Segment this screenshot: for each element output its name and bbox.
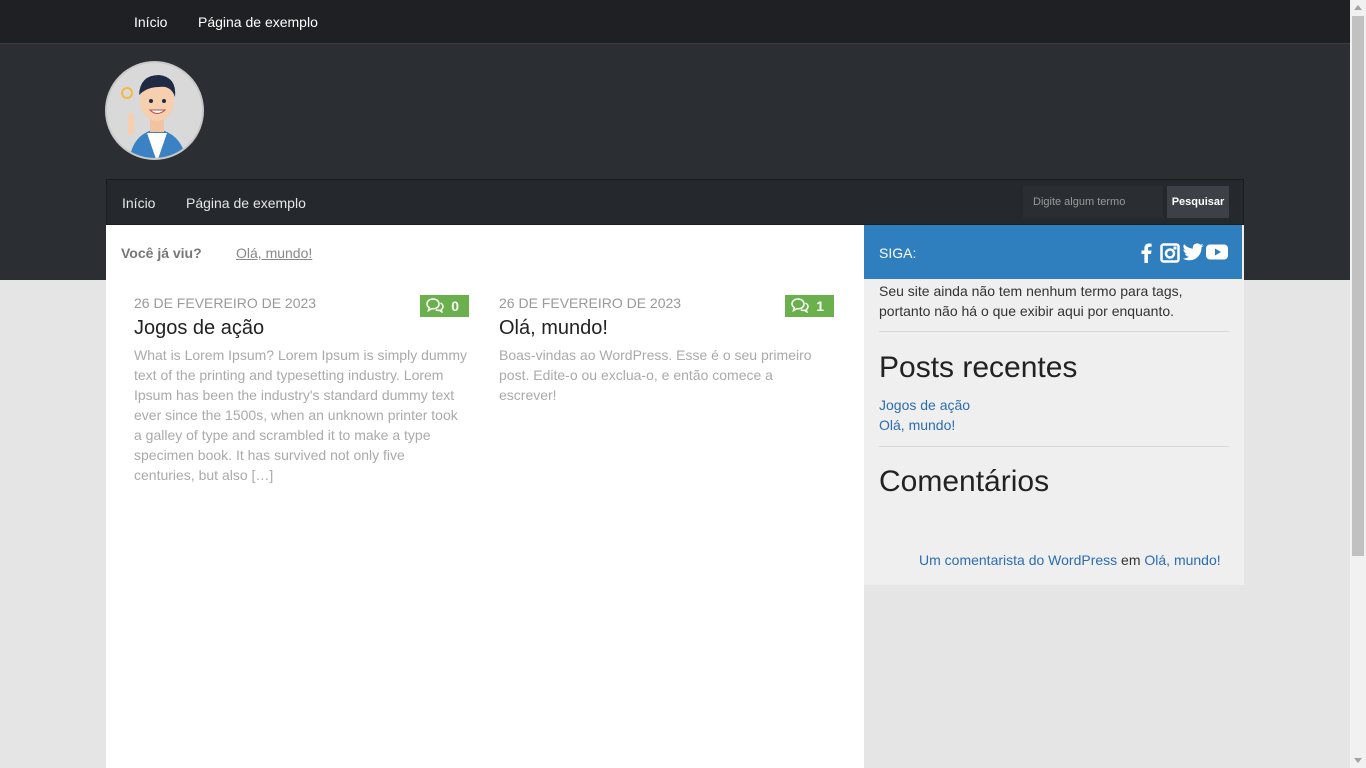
site-logo-avatar[interactable] — [105, 61, 204, 160]
post-excerpt: What is Lorem Ipsum? Lorem Ipsum is simp… — [134, 347, 467, 483]
recent-post-link[interactable]: Jogos de ação — [879, 395, 970, 415]
post-date: 26 de fevereiro de 2023 — [499, 295, 682, 311]
scroll-down-arrow-icon[interactable] — [1354, 758, 1362, 763]
tags-empty-message: Seu site ainda não tem nenhum termo para… — [879, 283, 1183, 319]
post-title[interactable]: Olá, mundo! — [499, 317, 834, 340]
sidebar: SIGA: Seu site ainda não tem nenhum term… — [864, 225, 1244, 585]
comment-count: 0 — [451, 298, 459, 314]
comment-connector: em — [1121, 552, 1141, 568]
search-input[interactable] — [1023, 186, 1163, 218]
youtube-icon[interactable] — [1206, 243, 1228, 264]
divider — [879, 331, 1229, 332]
post-card: 26 de fevereiro de 2023 0 Jogos de ação … — [134, 295, 469, 485]
follow-bar: SIGA: — [864, 225, 1242, 279]
post-title[interactable]: Jogos de ação — [134, 317, 469, 340]
comments-icon — [791, 298, 809, 316]
comment-count: 1 — [816, 298, 824, 314]
recent-posts-title: Posts recentes — [879, 351, 1078, 384]
topbar-link-inicio[interactable]: Início — [134, 14, 167, 30]
nav-link-inicio[interactable]: Início — [122, 195, 155, 211]
you-have-seen-bar: Você já viu? Olá, mundo! — [121, 245, 312, 261]
divider — [879, 446, 1229, 447]
topbar-link-pagina-exemplo[interactable]: Página de exemplo — [198, 14, 318, 30]
instagram-icon[interactable] — [1160, 243, 1180, 266]
post-card: 26 de fevereiro de 2023 1 Olá, mundo! Bo… — [499, 295, 834, 405]
comments-title: Comentários — [879, 465, 1050, 498]
search-button[interactable]: Pesquisar — [1167, 186, 1229, 218]
page: Início Página de exemplo Início Página d… — [0, 0, 1350, 768]
comment-count-badge[interactable]: 0 — [420, 295, 469, 317]
post-date: 26 de fevereiro de 2023 — [134, 295, 317, 311]
page-scrollbar[interactable] — [1350, 0, 1366, 768]
comment-post-link[interactable]: Olá, mundo! — [1144, 552, 1220, 568]
avatar-illustration — [107, 63, 202, 158]
post-excerpt: Boas-vindas ao WordPress. Esse é o seu p… — [499, 347, 812, 403]
follow-label: SIGA: — [879, 245, 917, 261]
recent-comment: Um comentarista do WordPress em Olá, mun… — [919, 552, 1221, 568]
comment-author-link[interactable]: Um comentarista do WordPress — [919, 552, 1117, 568]
you-have-seen-label: Você já viu? — [121, 245, 202, 261]
nav-link-pagina-exemplo[interactable]: Página de exemplo — [186, 195, 306, 211]
comments-icon — [426, 298, 444, 316]
you-have-seen-link[interactable]: Olá, mundo! — [236, 245, 312, 261]
comment-count-badge[interactable]: 1 — [785, 295, 834, 317]
main-navigation: Início Página de exemplo Pesquisar — [106, 179, 1244, 225]
scrollbar-thumb[interactable] — [1352, 16, 1364, 556]
twitter-icon[interactable] — [1182, 243, 1204, 264]
top-navigation-bar: Início Página de exemplo — [0, 0, 1350, 44]
recent-posts-list: Jogos de ação Olá, mundo! — [879, 395, 970, 435]
facebook-icon[interactable] — [1140, 243, 1152, 266]
scroll-up-arrow-icon[interactable] — [1354, 5, 1362, 10]
recent-post-link[interactable]: Olá, mundo! — [879, 415, 970, 435]
main-content: Você já viu? Olá, mundo! 26 de fevereiro… — [106, 225, 864, 768]
